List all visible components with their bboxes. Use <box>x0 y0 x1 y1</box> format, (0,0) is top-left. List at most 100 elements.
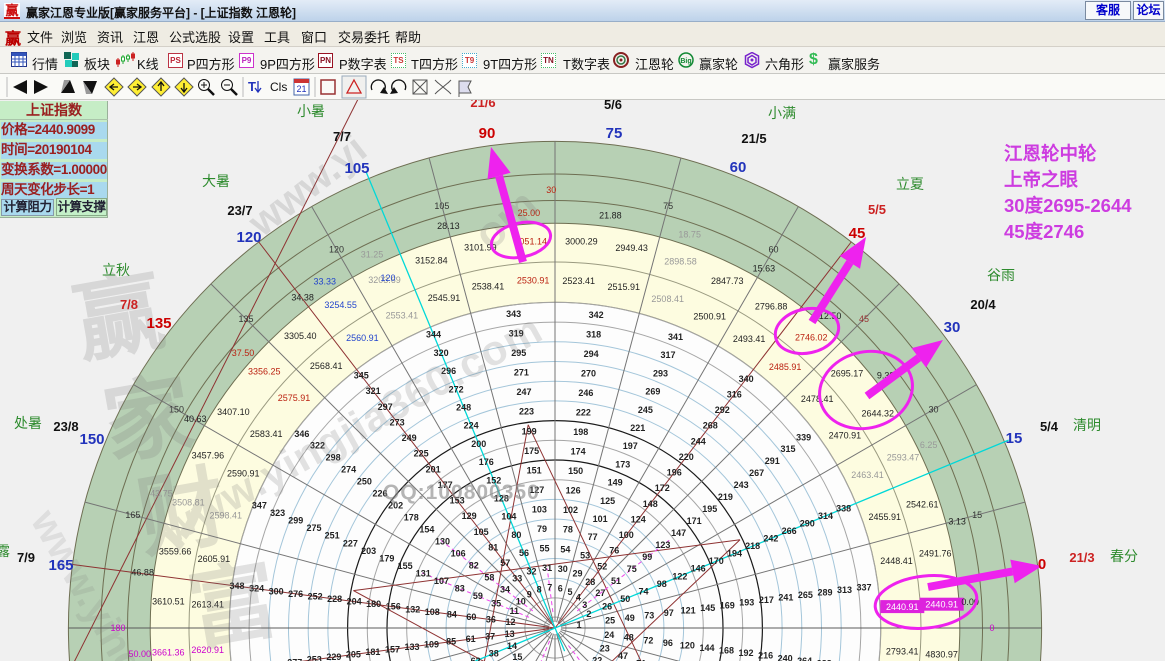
svg-text:0: 0 <box>1038 556 1046 573</box>
svg-text:247: 247 <box>516 387 531 397</box>
svg-text:292: 292 <box>715 405 730 415</box>
svg-text:342: 342 <box>589 310 604 320</box>
svg-text:33.33: 33.33 <box>314 277 337 287</box>
svg-text:103: 103 <box>532 504 547 514</box>
svg-text:120: 120 <box>329 245 344 255</box>
svg-text:98: 98 <box>657 579 667 589</box>
svg-text:45: 45 <box>849 225 866 242</box>
svg-text:45: 45 <box>859 314 869 324</box>
svg-text:3: 3 <box>582 600 587 610</box>
svg-text:56: 56 <box>519 548 529 558</box>
svg-text:47: 47 <box>618 651 628 661</box>
svg-text:289: 289 <box>817 588 832 598</box>
svg-text:11: 11 <box>510 606 520 616</box>
svg-text:83: 83 <box>455 584 465 594</box>
svg-text:31: 31 <box>542 563 552 573</box>
svg-text:38: 38 <box>489 648 499 658</box>
svg-text:264: 264 <box>797 656 812 661</box>
svg-text:3661.36: 3661.36 <box>152 647 185 657</box>
svg-text:3610.51: 3610.51 <box>152 597 185 607</box>
svg-text:84: 84 <box>447 609 457 619</box>
svg-text:340: 340 <box>739 374 754 384</box>
svg-text:2644.32: 2644.32 <box>862 409 895 419</box>
svg-text:179: 179 <box>379 553 394 563</box>
svg-text:2485.91: 2485.91 <box>769 362 802 372</box>
svg-text:7: 7 <box>547 583 552 593</box>
svg-text:106: 106 <box>451 549 466 559</box>
svg-text:2568.41: 2568.41 <box>310 361 343 371</box>
svg-text:36: 36 <box>486 615 496 625</box>
svg-text:275: 275 <box>306 523 321 533</box>
svg-text:242: 242 <box>763 534 778 544</box>
svg-text:109: 109 <box>424 639 439 649</box>
svg-text:2448.41: 2448.41 <box>880 556 913 566</box>
svg-text:314: 314 <box>818 511 833 521</box>
svg-text:181: 181 <box>365 647 380 657</box>
svg-text:58: 58 <box>484 573 494 583</box>
svg-text:51: 51 <box>611 576 621 586</box>
svg-text:317: 317 <box>660 350 675 360</box>
svg-text:180: 180 <box>366 599 381 609</box>
svg-text:2493.41: 2493.41 <box>733 334 766 344</box>
svg-text:30: 30 <box>928 405 938 415</box>
svg-text:23: 23 <box>600 644 610 654</box>
svg-text:293: 293 <box>653 368 668 378</box>
svg-text:77: 77 <box>588 532 598 542</box>
svg-text:21/6: 21/6 <box>470 100 495 110</box>
svg-text:2500.91: 2500.91 <box>693 311 726 321</box>
svg-text:107: 107 <box>434 576 449 586</box>
svg-text:30: 30 <box>546 185 556 195</box>
svg-text:4: 4 <box>576 593 581 603</box>
svg-text:249: 249 <box>402 433 417 443</box>
svg-text:23/8: 23/8 <box>53 419 78 434</box>
svg-text:60: 60 <box>466 612 476 622</box>
svg-text:46.88: 46.88 <box>131 568 154 578</box>
svg-text:218: 218 <box>745 541 760 551</box>
svg-text:155: 155 <box>398 561 413 571</box>
svg-text:上帝之眼: 上帝之眼 <box>1004 169 1079 190</box>
svg-text:2470.91: 2470.91 <box>829 430 862 440</box>
svg-text:2949.43: 2949.43 <box>615 243 648 253</box>
svg-text:32: 32 <box>526 566 536 576</box>
svg-text:176: 176 <box>479 457 494 467</box>
svg-text:2538.41: 2538.41 <box>472 282 505 292</box>
svg-text:108: 108 <box>425 607 440 617</box>
svg-text:50: 50 <box>620 594 630 604</box>
svg-text:147: 147 <box>671 528 686 538</box>
svg-text:小暑: 小暑 <box>297 103 325 119</box>
svg-text:277: 277 <box>287 657 302 661</box>
svg-text:265: 265 <box>798 590 813 600</box>
svg-text:144: 144 <box>699 643 714 653</box>
svg-text:148: 148 <box>643 499 658 509</box>
svg-text:2515.91: 2515.91 <box>608 282 641 292</box>
svg-text:3407.10: 3407.10 <box>217 407 250 417</box>
svg-text:174: 174 <box>571 447 586 457</box>
svg-text:5: 5 <box>567 587 572 597</box>
svg-text:241: 241 <box>778 593 793 603</box>
svg-text:201: 201 <box>426 464 441 474</box>
svg-text:30: 30 <box>944 319 961 336</box>
svg-text:2523.41: 2523.41 <box>562 276 595 286</box>
svg-text:131: 131 <box>416 568 431 578</box>
svg-text:45度2746: 45度2746 <box>1004 221 1084 242</box>
svg-text:276: 276 <box>288 589 303 599</box>
svg-text:53: 53 <box>580 550 590 560</box>
svg-text:72: 72 <box>643 635 653 645</box>
svg-text:253: 253 <box>307 655 322 661</box>
svg-text:家: 家 <box>96 363 200 476</box>
svg-text:75: 75 <box>663 201 673 211</box>
svg-text:120: 120 <box>380 273 395 283</box>
svg-text:221: 221 <box>630 423 645 433</box>
svg-text:7/7: 7/7 <box>333 129 351 144</box>
svg-text:2847.73: 2847.73 <box>711 276 744 286</box>
svg-text:30: 30 <box>558 564 568 574</box>
svg-text:229: 229 <box>326 652 341 661</box>
svg-text:85: 85 <box>446 637 456 647</box>
svg-text:80: 80 <box>511 530 521 540</box>
svg-text:QQ:100800350: QQ:100800350 <box>383 481 540 504</box>
svg-text:345: 345 <box>354 371 369 381</box>
svg-text:处暑: 处暑 <box>14 415 42 431</box>
svg-text:124: 124 <box>631 514 646 524</box>
svg-text:20/4: 20/4 <box>970 297 996 312</box>
svg-text:105: 105 <box>344 160 369 177</box>
